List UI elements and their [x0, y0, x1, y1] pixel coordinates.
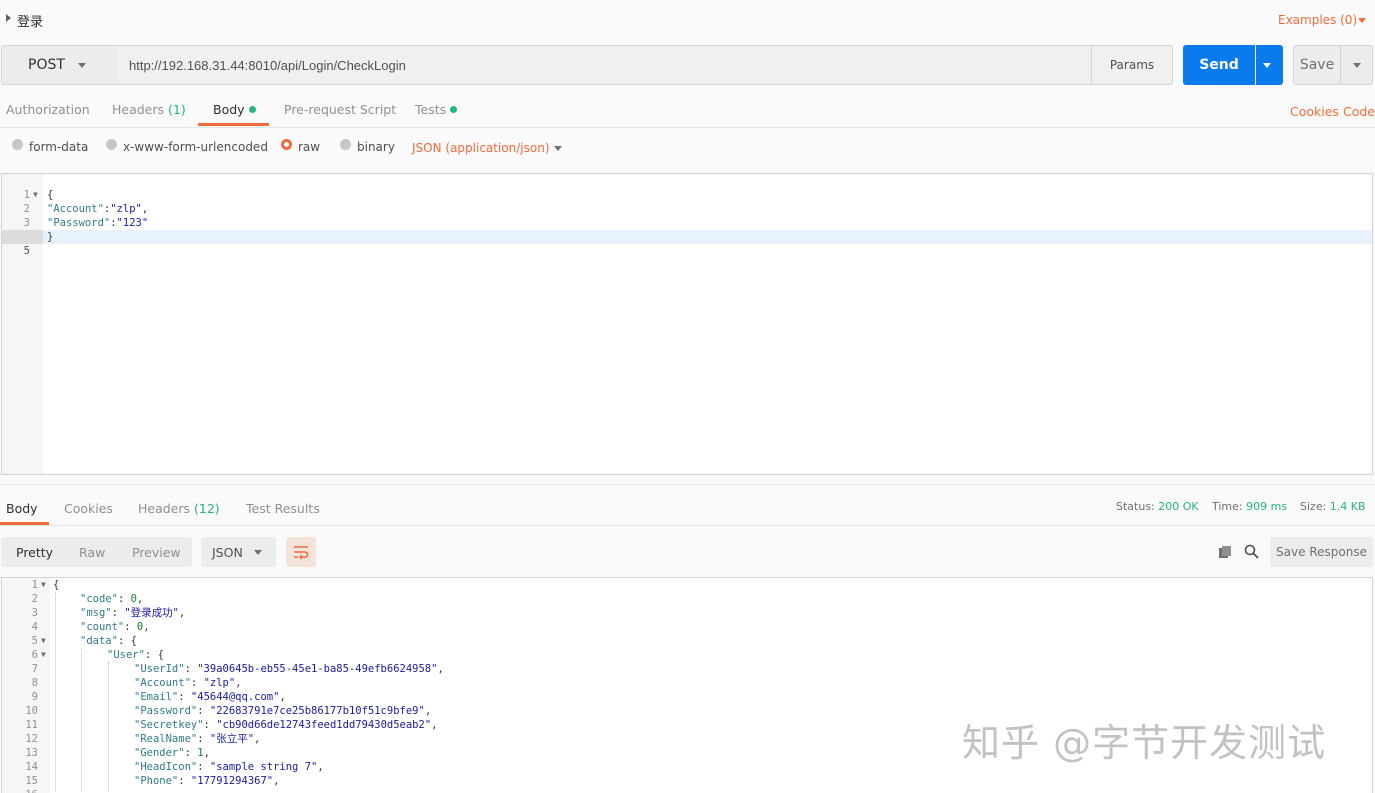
size-readout: Size: 1.4 KB	[1300, 500, 1366, 513]
chevron-down-icon[interactable]	[1353, 63, 1361, 68]
active-tab-underline	[0, 522, 49, 525]
tab-authorization[interactable]: Authorization	[6, 102, 90, 117]
chevron-down-icon[interactable]	[1358, 18, 1366, 23]
headers-count: (1)	[168, 102, 186, 117]
status-value: 200 OK	[1158, 500, 1199, 513]
wrap-lines-button[interactable]	[286, 537, 316, 567]
collapse-arrow-icon[interactable]	[6, 14, 11, 22]
tab-test-results[interactable]: Test Results	[246, 501, 320, 516]
active-tab-underline	[198, 123, 269, 126]
send-button[interactable]: Send	[1183, 45, 1255, 85]
url-input[interactable]	[117, 45, 1092, 85]
preview-button[interactable]: Preview	[132, 545, 181, 560]
copy-icon[interactable]	[1218, 545, 1232, 562]
request-name[interactable]: 登录	[17, 11, 43, 30]
code-link[interactable]: Code	[1343, 104, 1375, 119]
save-response-button[interactable]: Save Response	[1270, 537, 1373, 567]
indent-guide	[55, 592, 56, 793]
tab-headers[interactable]: Headers (1)	[112, 102, 186, 117]
tab-body[interactable]: Body	[213, 102, 256, 117]
time-value: 909 ms	[1246, 500, 1288, 513]
indent-guide	[108, 662, 109, 793]
content-type-select[interactable]: JSON (application/json)	[412, 141, 550, 155]
cookies-link[interactable]: Cookies	[1290, 104, 1339, 119]
tab-body-label: Body	[213, 102, 245, 117]
radio-urlencoded-label[interactable]: x-www-form-urlencoded	[123, 140, 268, 154]
chevron-down-icon[interactable]	[1263, 63, 1271, 68]
code-line: 1 ▼{	[23, 189, 54, 201]
search-icon[interactable]	[1244, 544, 1259, 562]
radio-form-data[interactable]	[12, 139, 23, 150]
chevron-down-icon[interactable]	[254, 550, 262, 555]
tab-response-headers[interactable]: Headers (12)	[138, 501, 220, 516]
code-line: 5	[2, 230, 43, 257]
raw-button[interactable]: Raw	[79, 545, 105, 560]
params-button[interactable]: Params	[1091, 45, 1173, 85]
indent-guide	[81, 648, 82, 793]
format-label[interactable]: JSON	[212, 545, 243, 560]
time-readout: Time: 909 ms	[1212, 500, 1287, 513]
examples-link[interactable]: Examples (0)	[1278, 13, 1357, 27]
active-line-highlight	[2, 230, 1372, 244]
radio-binary[interactable]	[340, 139, 351, 150]
request-tabs: Authorization Headers (1) Body Pre-reque…	[0, 92, 1375, 128]
request-title-row	[0, 0, 1375, 40]
response-headers-count: (12)	[194, 501, 220, 516]
request-body-editor[interactable]: 1 ▼{ 2 "Account":"zlp", 3 "Password":"123" …	[1, 173, 1373, 475]
radio-form-data-label[interactable]: form-data	[29, 140, 88, 154]
status-readout: Status: 200 OK	[1116, 500, 1199, 513]
watermark: 知乎 @字节开发测试	[962, 721, 1327, 765]
code-line: 4}	[24, 231, 54, 243]
tab-tests-label: Tests	[415, 102, 447, 117]
body-indicator-dot	[248, 106, 256, 113]
save-button[interactable]: Save	[1293, 45, 1341, 85]
tab-tests[interactable]: Tests	[415, 102, 458, 117]
radio-raw-label[interactable]: raw	[298, 140, 320, 154]
wrap-icon	[294, 546, 309, 560]
status-label: Status:	[1116, 500, 1155, 513]
tests-indicator-dot	[450, 106, 458, 113]
code-line: 2 "Account":"zlp",	[23, 203, 149, 215]
tab-response-cookies[interactable]: Cookies	[64, 501, 113, 516]
divider	[0, 484, 1375, 485]
size-label: Size:	[1300, 500, 1327, 513]
method-label[interactable]: POST	[28, 57, 65, 73]
radio-raw[interactable]	[281, 139, 292, 150]
tab-prerequest-script[interactable]: Pre-request Script	[284, 102, 396, 117]
tab-response-headers-label: Headers	[138, 501, 191, 516]
code-line: 3 "Password":"123"	[23, 217, 149, 229]
tab-headers-label: Headers	[112, 102, 165, 117]
time-label: Time:	[1212, 500, 1243, 513]
tab-response-body[interactable]: Body	[6, 501, 38, 516]
chevron-down-icon[interactable]	[554, 146, 562, 151]
pretty-button[interactable]: Pretty	[16, 545, 53, 560]
chevron-down-icon[interactable]	[78, 63, 86, 68]
radio-binary-label[interactable]: binary	[357, 140, 395, 154]
radio-urlencoded[interactable]	[106, 139, 117, 150]
size-value: 1.4 KB	[1329, 500, 1366, 513]
